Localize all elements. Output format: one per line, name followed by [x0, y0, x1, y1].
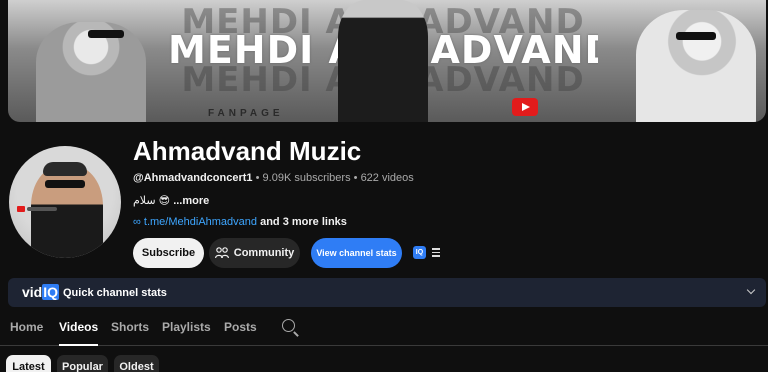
filter-latest[interactable]: Latest	[6, 355, 51, 372]
telegram-link[interactable]: t.me/MehdiAhmadvand	[144, 216, 257, 228]
video-count: 622 videos	[360, 172, 414, 184]
community-button[interactable]: Community	[209, 238, 300, 268]
tab-posts[interactable]: Posts	[224, 320, 257, 334]
channel-description[interactable]: سلام 😎 ...more	[133, 194, 209, 207]
quick-stats-label: Quick channel stats	[63, 287, 167, 299]
vidiq-logo-main: vid	[22, 284, 43, 300]
banner-photo-center	[338, 0, 428, 122]
channel-tabs: Home Videos Shorts Playlists Posts	[0, 312, 768, 346]
more-links[interactable]: and 3 more links	[260, 216, 347, 228]
more-link[interactable]: ...more	[173, 195, 209, 207]
channel-avatar[interactable]	[9, 146, 121, 258]
subscribe-button[interactable]: Subscribe	[133, 238, 204, 268]
youtube-logo-icon	[512, 98, 538, 116]
tab-videos[interactable]: Videos	[59, 320, 99, 346]
banner-photo-right	[636, 10, 756, 122]
channel-name: Ahmadvand Muzic	[133, 136, 362, 166]
channel-meta: @Ahmadvandconcert1 • 9.09K subscribers •…	[133, 172, 414, 184]
hamburger-icon[interactable]	[432, 248, 440, 259]
youtube-logo-icon	[17, 206, 25, 212]
link-icon: ∞	[133, 216, 141, 228]
sunglasses-graphic	[676, 32, 716, 40]
chevron-down-icon[interactable]	[746, 285, 756, 295]
community-label: Community	[233, 247, 295, 259]
avatar-bar	[27, 207, 57, 211]
vidiq-logo: vidIQ	[22, 284, 60, 300]
meta-separator: •	[353, 172, 358, 184]
description-text: سلام 😎	[133, 195, 171, 207]
vidiq-icon[interactable]: IQ	[413, 246, 426, 259]
channel-banner: MEHDI AHMADVAND MEHDI AHMADVAND MEHDI AH…	[8, 0, 766, 122]
filter-popular[interactable]: Popular	[57, 355, 108, 372]
filter-oldest[interactable]: Oldest	[114, 355, 159, 372]
avatar-hair	[43, 162, 87, 176]
view-channel-stats-button[interactable]: View channel stats	[311, 238, 402, 268]
sunglasses-graphic	[45, 180, 85, 188]
vidiq-quick-stats-bar[interactable]: vidIQ Quick channel stats	[8, 278, 766, 307]
subscriber-count: 9.09K subscribers	[262, 172, 351, 184]
search-icon[interactable]	[282, 319, 295, 332]
channel-handle: @Ahmadvandconcert1	[133, 172, 253, 184]
banner-subtitle: FANPAGE	[208, 108, 284, 119]
tab-shorts[interactable]: Shorts	[111, 320, 149, 334]
sunglasses-graphic	[88, 30, 124, 38]
meta-separator: •	[255, 172, 260, 184]
channel-links: ∞ t.me/MehdiAhmadvand and 3 more links	[133, 216, 347, 228]
vidiq-logo-iq: IQ	[42, 284, 60, 300]
tab-playlists[interactable]: Playlists	[162, 320, 211, 334]
tab-home[interactable]: Home	[10, 320, 43, 334]
people-icon	[214, 247, 229, 259]
